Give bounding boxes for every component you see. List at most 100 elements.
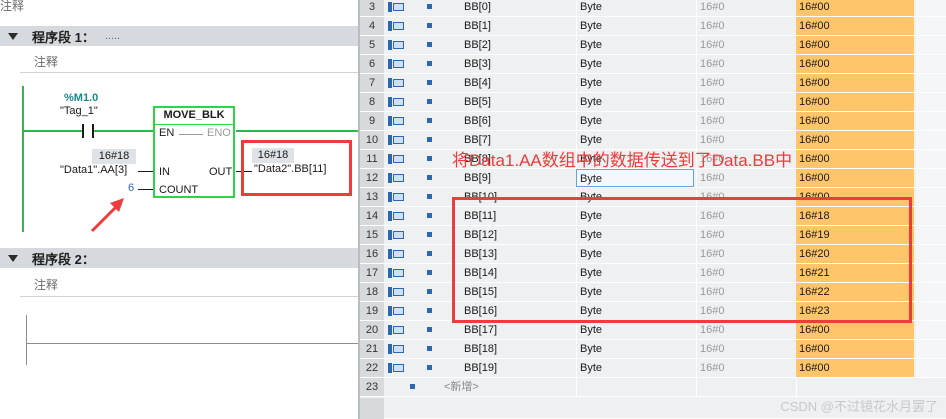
- table-row[interactable]: 3 BB[0] Byte 16#0 16#00: [360, 0, 946, 17]
- start-value[interactable]: 16#0: [696, 321, 794, 339]
- table-row[interactable]: 20 BB[17] Byte 16#0 16#00: [360, 321, 946, 340]
- table-row[interactable]: 5 BB[2] Byte 16#0 16#00: [360, 36, 946, 55]
- row-number: 8: [360, 93, 384, 111]
- table-row[interactable]: 21 BB[18] Byte 16#0 16#00: [360, 340, 946, 359]
- start-value[interactable]: 16#0: [696, 17, 794, 35]
- member-name[interactable]: BB[17]: [464, 321, 574, 339]
- segment-2-rung: [26, 343, 358, 344]
- in-operand[interactable]: "Data1".AA[3]: [60, 164, 127, 176]
- retain-square-icon: [427, 213, 432, 218]
- start-value[interactable]: 16#0: [696, 359, 794, 377]
- member-name[interactable]: BB[6]: [464, 112, 574, 130]
- table-row[interactable]: 9 BB[6] Byte 16#0 16#00: [360, 112, 946, 131]
- db-member-icon: [388, 154, 404, 164]
- row-number: 19: [360, 302, 384, 320]
- start-value[interactable]: 16#0: [696, 74, 794, 92]
- start-value[interactable]: 16#0: [696, 0, 794, 16]
- add-new-placeholder[interactable]: <新增>: [444, 378, 479, 396]
- table-row[interactable]: 4 BB[1] Byte 16#0 16#00: [360, 17, 946, 36]
- row-number: 3: [360, 0, 384, 16]
- retain-square-icon: [427, 23, 432, 28]
- monitor-value[interactable]: 16#00: [796, 340, 914, 358]
- member-type[interactable]: Byte: [576, 17, 694, 35]
- monitor-value[interactable]: 16#00: [796, 36, 914, 54]
- row-number: 21: [360, 340, 384, 358]
- member-name[interactable]: BB[3]: [464, 55, 574, 73]
- move-blk-instruction[interactable]: MOVE_BLK EN ENO IN OUT COUNT: [153, 106, 235, 198]
- retain-square-icon: [427, 346, 432, 351]
- member-name[interactable]: BB[19]: [464, 359, 574, 377]
- monitor-value[interactable]: 16#00: [796, 131, 914, 149]
- row-number: 13: [360, 188, 384, 206]
- extra-column: [916, 340, 946, 358]
- monitor-value[interactable]: 16#00: [796, 359, 914, 377]
- member-name[interactable]: BB[0]: [464, 0, 574, 16]
- member-type[interactable]: Byte: [576, 93, 694, 111]
- member-type[interactable]: Byte: [576, 359, 694, 377]
- table-row[interactable]: 22 BB[19] Byte 16#0 16#00: [360, 359, 946, 378]
- collapse-triangle-icon[interactable]: [8, 254, 18, 262]
- monitor-value[interactable]: 16#00: [796, 169, 914, 187]
- start-value[interactable]: 16#0: [696, 112, 794, 130]
- start-value[interactable]: 16#0: [696, 55, 794, 73]
- row-number: 4: [360, 17, 384, 35]
- start-value[interactable]: 16#0: [696, 340, 794, 358]
- count-value[interactable]: 6: [128, 182, 134, 194]
- segment-1-comment[interactable]: 注释: [34, 53, 58, 70]
- member-type[interactable]: Byte: [576, 112, 694, 130]
- row-number: 6: [360, 55, 384, 73]
- monitor-value[interactable]: 16#00: [796, 93, 914, 111]
- table-row[interactable]: 7 BB[4] Byte 16#0 16#00: [360, 74, 946, 93]
- member-name[interactable]: BB[18]: [464, 340, 574, 358]
- member-type[interactable]: Byte: [576, 36, 694, 54]
- db-member-icon: [388, 40, 404, 50]
- member-name[interactable]: BB[5]: [464, 93, 574, 111]
- contact-tag[interactable]: "Tag_1": [60, 105, 98, 117]
- db-member-icon: [388, 230, 404, 240]
- extra-column: [916, 264, 946, 282]
- monitor-value[interactable]: 16#00: [796, 321, 914, 339]
- pin-in: IN: [159, 166, 170, 178]
- start-value[interactable]: 16#0: [696, 93, 794, 111]
- monitor-value[interactable]: 16#00: [796, 0, 914, 16]
- row-number: 22: [360, 359, 384, 377]
- member-type[interactable]: Byte: [576, 321, 694, 339]
- monitor-value[interactable]: 16#00: [796, 17, 914, 35]
- table-row[interactable]: 12 BB[9] Byte 16#0 16#00: [360, 169, 946, 188]
- monitor-value[interactable]: 16#00: [796, 74, 914, 92]
- extra-column: [916, 245, 946, 263]
- monitor-value[interactable]: 16#00: [796, 112, 914, 130]
- pin-count: COUNT: [159, 184, 199, 196]
- monitor-value[interactable]: 16#00: [796, 150, 914, 168]
- pin-eno: ENO: [207, 127, 231, 139]
- member-type[interactable]: Byte: [576, 55, 694, 73]
- db-member-icon: [388, 211, 404, 221]
- member-name[interactable]: BB[4]: [464, 74, 574, 92]
- member-type[interactable]: Byte: [576, 74, 694, 92]
- row-number: 7: [360, 74, 384, 92]
- row-number: 9: [360, 112, 384, 130]
- member-name[interactable]: BB[9]: [464, 169, 574, 187]
- start-value[interactable]: 16#0: [696, 169, 794, 187]
- segment-1-header[interactable]: 程序段 1： .....: [0, 26, 358, 46]
- retain-square-icon: [427, 175, 432, 180]
- table-row[interactable]: 8 BB[5] Byte 16#0 16#00: [360, 93, 946, 112]
- extra-column: [916, 283, 946, 301]
- member-type[interactable]: Byte: [576, 0, 694, 16]
- contact-left-bar[interactable]: [82, 124, 84, 138]
- top-comment[interactable]: 注释: [0, 0, 24, 14]
- monitor-value[interactable]: 16#00: [796, 55, 914, 73]
- extra-column: [916, 207, 946, 225]
- member-type[interactable]: Byte: [576, 169, 694, 187]
- segment-2-comment[interactable]: 注释: [34, 276, 58, 293]
- segment-2-header[interactable]: 程序段 2：: [0, 248, 358, 268]
- contact-address[interactable]: %M1.0: [64, 92, 98, 104]
- extra-column: [916, 359, 946, 377]
- collapse-triangle-icon[interactable]: [8, 32, 18, 40]
- member-name[interactable]: BB[1]: [464, 17, 574, 35]
- member-name[interactable]: BB[2]: [464, 36, 574, 54]
- start-value[interactable]: 16#0: [696, 36, 794, 54]
- table-row-add[interactable]: 23 <新增>: [360, 378, 946, 397]
- member-type[interactable]: Byte: [576, 340, 694, 358]
- table-row[interactable]: 6 BB[3] Byte 16#0 16#00: [360, 55, 946, 74]
